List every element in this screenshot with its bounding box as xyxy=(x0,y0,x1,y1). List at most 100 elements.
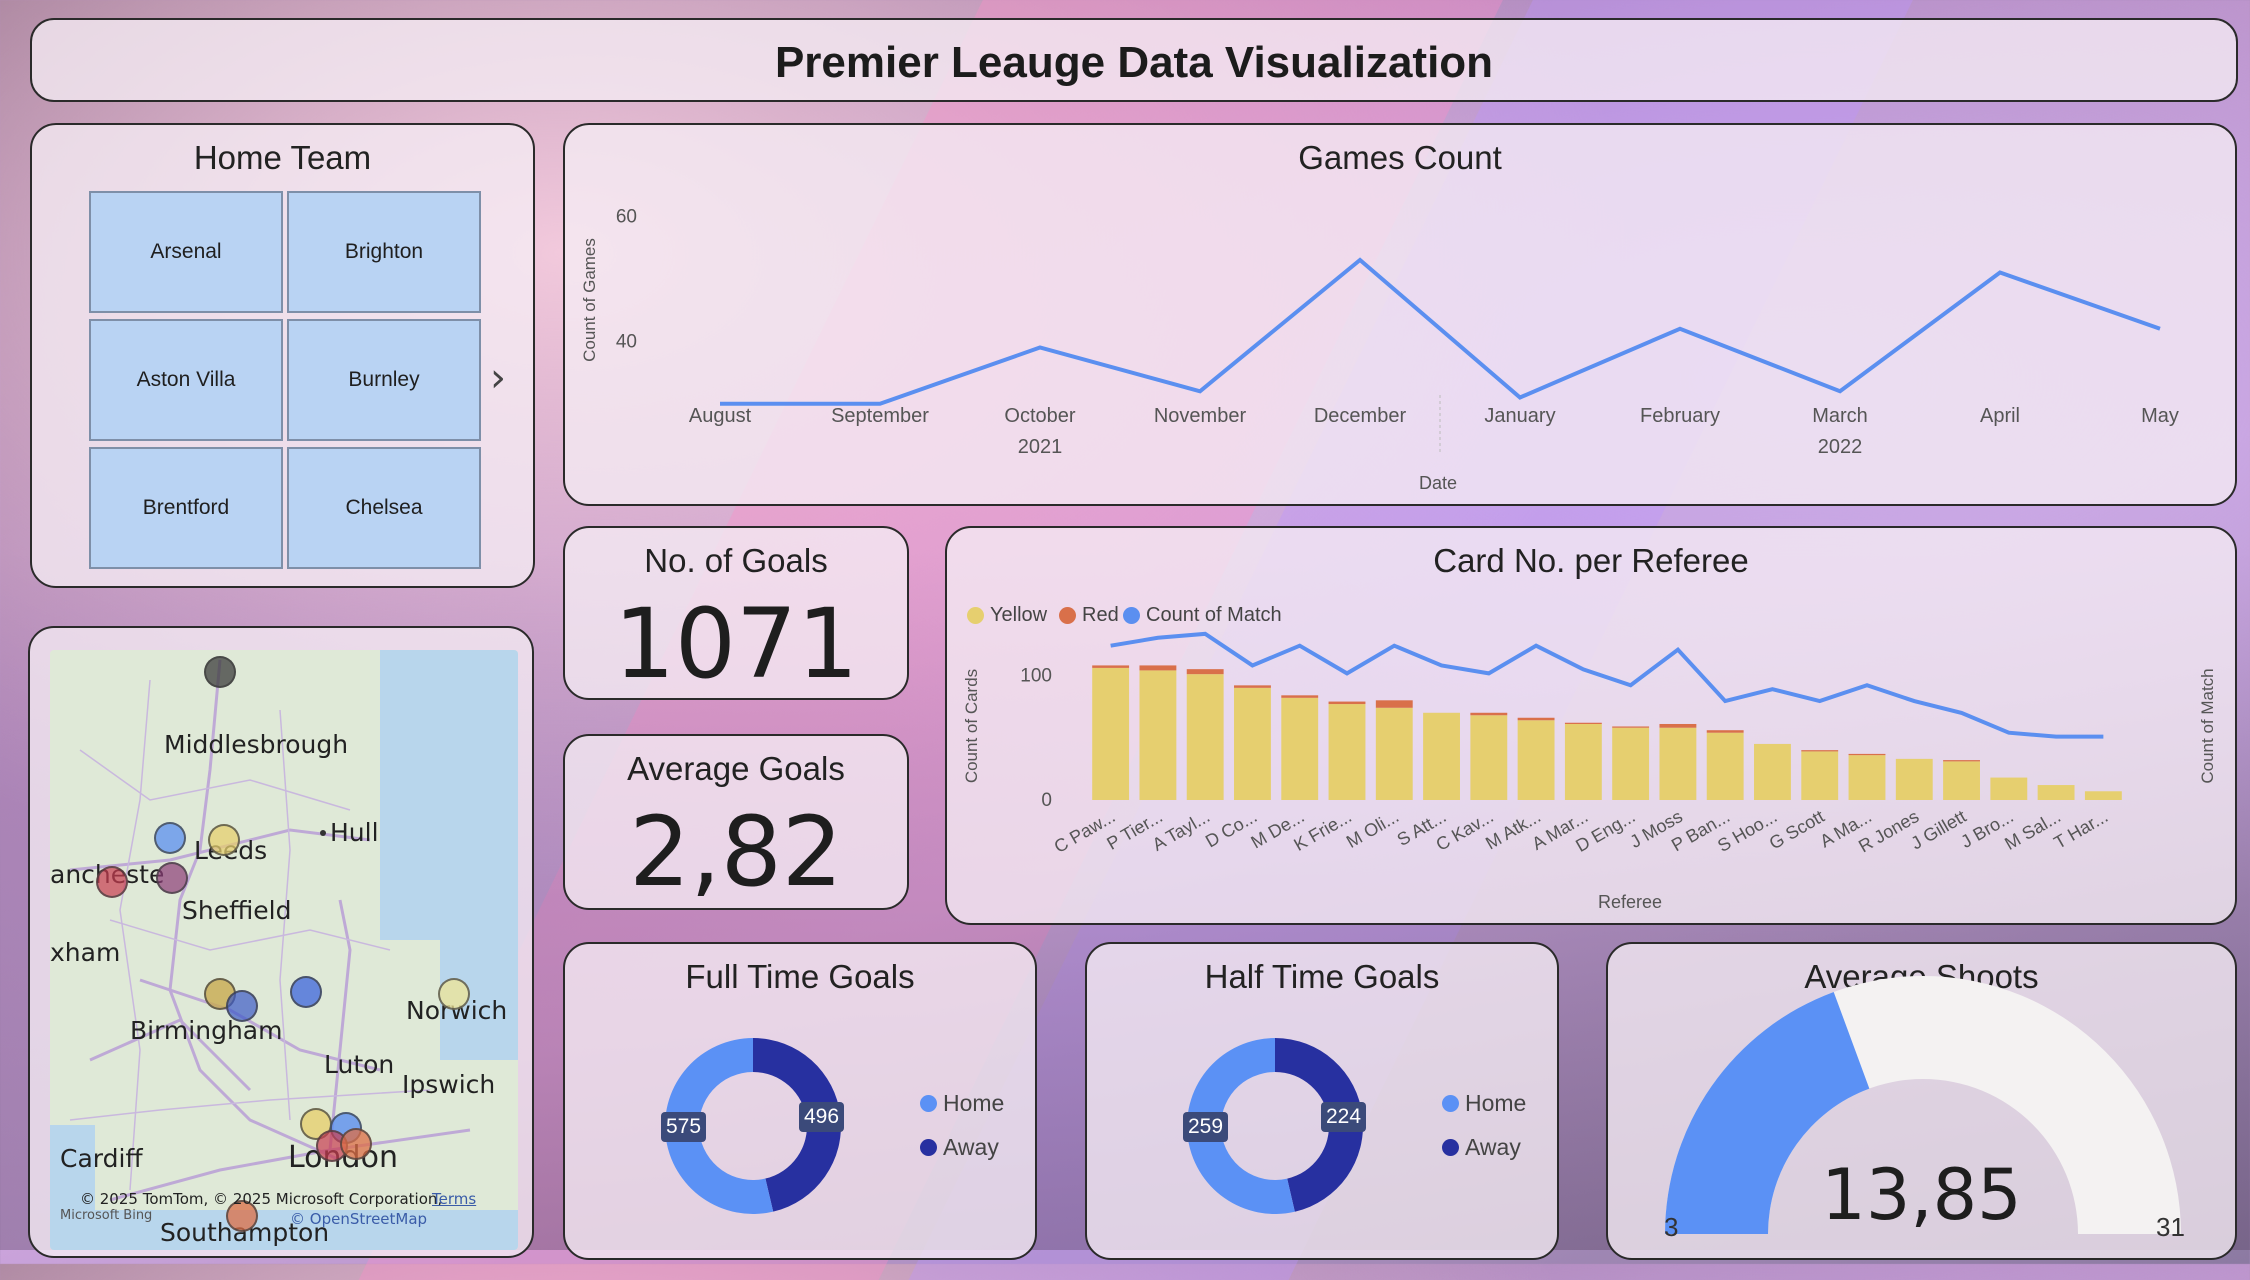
cards-chart: Count of Cards Count of Match Referee 0 1… xyxy=(962,631,2217,912)
red-card-bar[interactable] xyxy=(1517,717,1555,721)
yellow-card-bar[interactable] xyxy=(1612,727,1650,800)
yellow-card-bar[interactable] xyxy=(1328,704,1366,800)
cards-ytick-label: 100 xyxy=(1020,665,1052,686)
referee-tick-label: J Gillett xyxy=(1908,806,1970,853)
map-city-ipswich: Ipswich xyxy=(402,1070,496,1099)
yellow-card-bar[interactable] xyxy=(1186,674,1224,800)
yellow-card-bar[interactable] xyxy=(1801,751,1839,800)
map-bubble-london-4[interactable] xyxy=(340,1128,372,1160)
ftg-legend-home-dot xyxy=(920,1095,937,1112)
games-xtick-label: April xyxy=(1980,405,2020,427)
yellow-card-bar[interactable] xyxy=(1092,667,1130,800)
map-credit: © 2025 TomTom, © 2025 Microsoft Corporat… xyxy=(80,1190,443,1208)
games-count-chart: Count of Games Date 40 60 August September O… xyxy=(580,206,2179,493)
yellow-card-bar[interactable] xyxy=(1659,727,1697,800)
goals-kpi-title: No. of Goals xyxy=(644,542,828,579)
referee-tick-label: M Oli... xyxy=(1343,806,1402,852)
map-terms-link[interactable]: Terms xyxy=(432,1190,476,1208)
yellow-card-bar[interactable] xyxy=(1564,723,1602,800)
map-bing-logo: Microsoft Bing xyxy=(60,1208,153,1223)
map-city-wrexham: xham xyxy=(50,938,121,967)
yellow-card-bar[interactable] xyxy=(1470,715,1508,800)
referee-tick-label: G Scott xyxy=(1766,806,1828,853)
htg-legend-away[interactable]: Away xyxy=(1442,1134,1521,1161)
ftg-legend-away-label: Away xyxy=(943,1134,999,1160)
map-bubble-wolves[interactable] xyxy=(226,990,258,1022)
ftg-legend-away[interactable]: Away xyxy=(920,1134,999,1161)
team-location-map[interactable]: Middlesbrough Hull Leeds ancheste Sheffi… xyxy=(50,650,518,1250)
ftg-legend-home[interactable]: Home xyxy=(920,1090,1004,1117)
games-xtick-label: March xyxy=(1812,405,1868,427)
red-card-bar[interactable] xyxy=(1848,753,1886,756)
htg-legend-home[interactable]: Home xyxy=(1442,1090,1526,1117)
team-tile-brentford[interactable]: Brentford xyxy=(89,447,283,569)
games-xtick-label: May xyxy=(2141,405,2179,427)
map-city-middlesbrough: Middlesbrough xyxy=(164,730,349,759)
htg-legend-home-dot xyxy=(1442,1095,1459,1112)
red-card-bar[interactable] xyxy=(1139,665,1177,671)
yellow-card-bar[interactable] xyxy=(1139,670,1177,800)
goals-kpi-card: No. of Goals 1071 xyxy=(563,526,909,700)
yellow-card-bar[interactable] xyxy=(1281,697,1319,800)
gauge-min-label: 3 xyxy=(1664,1212,1679,1242)
red-card-bar[interactable] xyxy=(1659,723,1697,728)
cards-xlabel: Referee xyxy=(1598,892,1662,912)
red-card-bar[interactable] xyxy=(1186,669,1224,675)
map-bubble-newcastle[interactable] xyxy=(204,656,236,688)
red-card-bar[interactable] xyxy=(1564,722,1602,724)
red-card-bar[interactable] xyxy=(1801,750,1839,752)
red-card-bar[interactable] xyxy=(1706,730,1744,733)
yellow-card-bar[interactable] xyxy=(1706,732,1744,800)
yellow-card-bar[interactable] xyxy=(1754,743,1791,800)
map-city-dot-hull xyxy=(320,830,326,836)
red-card-bar[interactable] xyxy=(1943,760,1980,762)
map-city-birmingham: Birmingham xyxy=(130,1016,283,1045)
team-tile-burnley[interactable]: Burnley xyxy=(287,319,481,441)
red-card-bar[interactable] xyxy=(1470,712,1508,716)
yellow-card-bar[interactable] xyxy=(1234,687,1271,800)
games-xtick-label: October xyxy=(1004,405,1075,427)
team-tile-aston-villa[interactable]: Aston Villa xyxy=(89,319,283,441)
map-bubble-norwich[interactable] xyxy=(438,978,470,1010)
goals-kpi-value: 1071 xyxy=(613,588,859,700)
map-bubble-burnley[interactable] xyxy=(208,824,240,856)
red-card-bar[interactable] xyxy=(1612,726,1650,728)
yellow-card-bar[interactable] xyxy=(1848,755,1886,800)
chevron-right-icon[interactable]: › xyxy=(490,355,506,401)
page-title: Premier Leauge Data Visualization xyxy=(774,38,1494,87)
red-card-bar[interactable] xyxy=(1328,701,1366,705)
red-card-bar[interactable] xyxy=(1092,665,1130,668)
team-tile-chelsea[interactable]: Chelsea xyxy=(287,447,481,569)
games-xtick-label: December xyxy=(1314,405,1407,427)
yellow-card-bar[interactable] xyxy=(1943,761,1980,800)
yellow-card-bar[interactable] xyxy=(1990,777,2028,800)
map-bubble-leeds[interactable] xyxy=(154,822,186,854)
map-bubble-man-city[interactable] xyxy=(96,866,128,898)
red-card-bar[interactable] xyxy=(1281,695,1319,698)
games-ylabel: Count of Games xyxy=(580,238,599,362)
team-location-map-card: Middlesbrough Hull Leeds ancheste Sheffi… xyxy=(28,626,534,1258)
yellow-card-bar[interactable] xyxy=(1375,707,1413,800)
average-goals-value: 2,82 xyxy=(629,796,843,908)
htg-legend-away-dot xyxy=(1442,1139,1459,1156)
full-time-goals-card: Full Time Goals Home Away 575 496 xyxy=(563,942,1037,1260)
yellow-card-bar[interactable] xyxy=(2084,791,2122,800)
games-xtick-label: February xyxy=(1640,405,1720,427)
games-series-line[interactable] xyxy=(720,257,2161,406)
yellow-card-bar[interactable] xyxy=(1517,720,1555,800)
header-banner: Premier Leauge Data Visualization xyxy=(30,18,2238,102)
team-tile-arsenal[interactable]: Arsenal xyxy=(89,191,283,313)
yellow-card-bar[interactable] xyxy=(1895,758,1933,800)
games-xtick-label: November xyxy=(1154,405,1247,427)
map-bubble-leicester[interactable] xyxy=(290,976,322,1008)
map-bubble-man-utd[interactable] xyxy=(156,862,188,894)
red-card-bar[interactable] xyxy=(1234,685,1271,688)
htg-away-data-label: 224 xyxy=(1321,1102,1367,1132)
map-osm-link[interactable]: © OpenStreetMap xyxy=(290,1210,427,1228)
red-card-bar[interactable] xyxy=(1375,700,1413,708)
yellow-card-bar[interactable] xyxy=(2037,785,2075,800)
map-city-hull: Hull xyxy=(330,818,379,847)
yellow-card-bar[interactable] xyxy=(1423,712,1460,800)
team-tile-brighton[interactable]: Brighton xyxy=(287,191,481,313)
ftg-home-data-label: 575 xyxy=(661,1112,707,1142)
